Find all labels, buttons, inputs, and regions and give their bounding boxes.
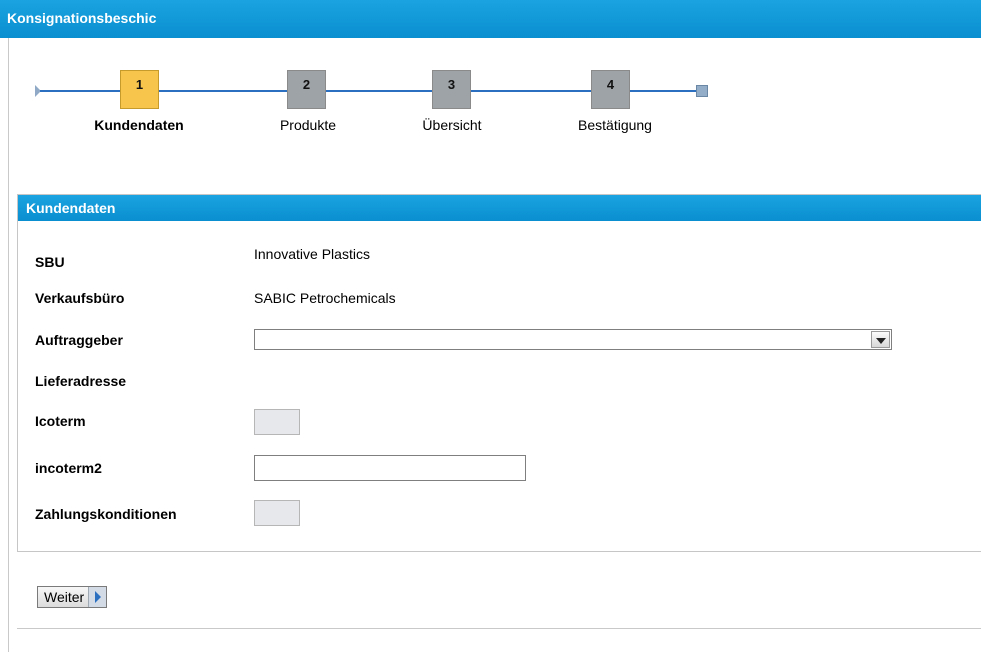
progress-line — [326, 90, 432, 92]
sales-office-value: SABIC Petrochemicals — [254, 290, 396, 306]
wizard-step-2[interactable]: 2 — [287, 70, 326, 109]
panel-header: Kundendaten — [18, 195, 981, 221]
chevron-down-icon[interactable] — [871, 331, 890, 348]
app-title-bar: Konsignationsbeschic — [0, 0, 981, 38]
customer-dropdown[interactable] — [254, 329, 892, 350]
wizard-step-3[interactable]: 3 — [432, 70, 471, 109]
icoterm-field — [254, 409, 300, 435]
wizard-step-1[interactable]: 1 — [120, 70, 159, 109]
wizard-step-1-label[interactable]: Kundendaten — [79, 117, 199, 133]
payment-terms-field — [254, 500, 300, 526]
window-title: Konsignationsbeschic — [7, 10, 157, 26]
next-button-label: Weiter — [44, 589, 85, 605]
incoterm2-input[interactable] — [254, 455, 526, 481]
sbu-value: Innovative Plastics — [254, 246, 370, 262]
wizard-step-4[interactable]: 4 — [591, 70, 630, 109]
sales-office-label: Verkaufsbüro — [35, 290, 125, 306]
customer-label: Auftraggeber — [35, 332, 123, 348]
payment-terms-label: Zahlungskonditionen — [35, 506, 177, 522]
left-border — [8, 38, 9, 652]
progress-line — [40, 90, 120, 92]
progress-line — [471, 90, 591, 92]
icoterm-label: Icoterm — [35, 413, 86, 429]
bottom-divider — [17, 628, 981, 629]
next-button[interactable]: Weiter — [37, 586, 108, 608]
panel-title: Kundendaten — [26, 200, 116, 216]
progress-line — [158, 90, 287, 92]
wizard-step-2-label[interactable]: Produkte — [253, 117, 363, 133]
progress-end-square-icon — [696, 85, 708, 97]
wizard-step-3-label[interactable]: Übersicht — [397, 117, 507, 133]
delivery-address-label: Lieferadresse — [35, 373, 127, 389]
sbu-label: SBU — [35, 254, 65, 270]
incoterm2-label: incoterm2 — [35, 460, 102, 476]
arrow-right-icon — [88, 587, 107, 607]
progress-line — [630, 90, 697, 92]
wizard-step-4-label[interactable]: Bestätigung — [550, 117, 680, 133]
customer-data-panel: Kundendaten SBU Innovative Plastics Verk… — [17, 194, 981, 552]
